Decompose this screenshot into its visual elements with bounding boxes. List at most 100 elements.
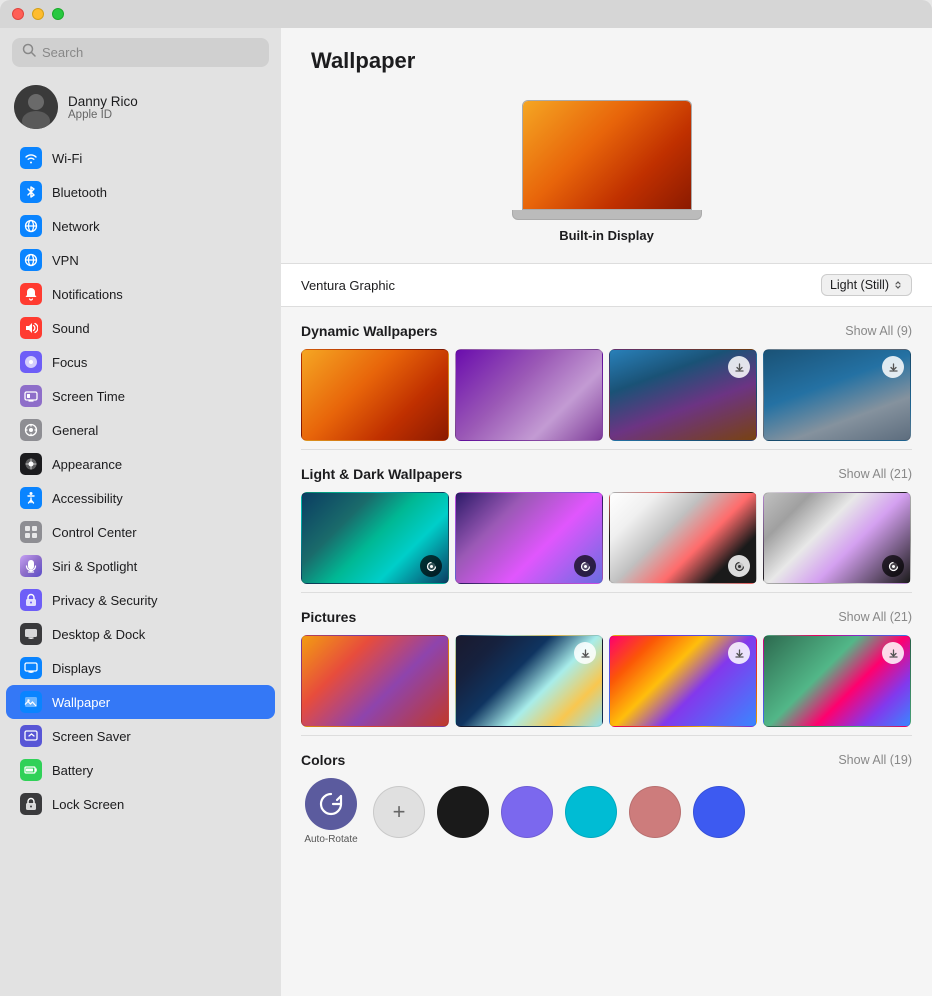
sidebar-item-desktop[interactable]: Desktop & Dock (6, 617, 275, 651)
sidebar-item-lockscreen[interactable]: Lock Screen (6, 787, 275, 821)
maximize-button[interactable] (52, 8, 64, 20)
lightdark-section-header: Light & Dark Wallpapers Show All (21) (301, 466, 912, 482)
search-icon (22, 43, 36, 62)
sidebar-item-accessibility-label: Accessibility (52, 491, 123, 506)
laptop-screen (523, 101, 691, 209)
user-profile[interactable]: Danny Rico Apple ID (0, 75, 281, 141)
ld-badge (728, 555, 750, 577)
auto-rotate-color[interactable]: Auto-Rotate (301, 778, 361, 845)
search-placeholder: Search (42, 45, 83, 60)
sidebar-item-wifi[interactable]: Wi-Fi (6, 141, 275, 175)
sidebar-item-notifications[interactable]: Notifications (6, 277, 275, 311)
pictures-show-all[interactable]: Show All (21) (838, 610, 912, 624)
wallpaper-thumb[interactable] (609, 492, 757, 584)
add-color-icon: + (393, 799, 406, 825)
colors-section-header: Colors Show All (19) (301, 752, 912, 768)
content-scroll[interactable]: Wallpaper Built-in Display Ventura Graph… (281, 28, 932, 996)
color-swatch-rose[interactable] (629, 786, 681, 838)
screentime-icon (20, 385, 42, 407)
wallpaper-thumb[interactable] (455, 492, 603, 584)
wallpaper-thumb[interactable] (763, 492, 911, 584)
title-bar (0, 0, 932, 28)
colors-show-all[interactable]: Show All (19) (838, 753, 912, 767)
sidebar-item-controlcenter[interactable]: Control Center (6, 515, 275, 549)
sidebar-item-displays-label: Displays (52, 661, 101, 676)
sidebar-item-general[interactable]: General (6, 413, 275, 447)
sidebar-item-battery-label: Battery (52, 763, 93, 778)
sidebar-item-siri[interactable]: Siri & Spotlight (6, 549, 275, 583)
wallpaper-thumb[interactable] (609, 349, 757, 441)
sidebar-item-screensaver[interactable]: Screen Saver (6, 719, 275, 753)
page-title: Wallpaper (281, 28, 932, 90)
bluetooth-icon (20, 181, 42, 203)
wallpaper-thumb[interactable] (301, 349, 449, 441)
lightdark-wallpaper-grid (301, 492, 912, 584)
colors-section: Colors Show All (19) Auto-Rotat (281, 736, 932, 865)
wallpaper-thumb[interactable] (763, 349, 911, 441)
current-wallpaper-name: Ventura Graphic (301, 278, 395, 293)
sidebar-item-bluetooth-label: Bluetooth (52, 185, 107, 200)
pictures-wallpaper-grid (301, 635, 912, 727)
user-name: Danny Rico (68, 94, 138, 109)
focus-icon (20, 351, 42, 373)
wallpaper-thumb[interactable] (455, 635, 603, 727)
color-swatch-blue[interactable] (693, 786, 745, 838)
sidebar-item-wifi-label: Wi-Fi (52, 151, 82, 166)
display-preview-section: Built-in Display (281, 90, 932, 263)
color-swatch-purple[interactable] (501, 786, 553, 838)
sidebar-item-focus[interactable]: Focus (6, 345, 275, 379)
add-color-button[interactable]: + (373, 786, 425, 838)
sidebar-item-privacy[interactable]: Privacy & Security (6, 583, 275, 617)
sidebar-item-network[interactable]: Network (6, 209, 275, 243)
vpn-icon (20, 249, 42, 271)
sidebar-item-bluetooth[interactable]: Bluetooth (6, 175, 275, 209)
battery-icon (20, 759, 42, 781)
wallpaper-thumb[interactable] (301, 635, 449, 727)
wallpaper-thumb[interactable] (455, 349, 603, 441)
pictures-section-title: Pictures (301, 609, 356, 625)
minimize-button[interactable] (32, 8, 44, 20)
sidebar-item-wallpaper[interactable]: Wallpaper (6, 685, 275, 719)
wallpaper-style-select[interactable]: Light (Still) (821, 274, 912, 296)
sidebar-item-screentime[interactable]: Screen Time (6, 379, 275, 413)
pictures-section: Pictures Show All (21) (281, 593, 932, 735)
auto-rotate-icon (305, 778, 357, 830)
sidebar-item-sound[interactable]: Sound (6, 311, 275, 345)
close-button[interactable] (12, 8, 24, 20)
siri-icon (20, 555, 42, 577)
color-swatch-black[interactable] (437, 786, 489, 838)
search-container: Search (0, 28, 281, 75)
chevron-updown-icon (893, 280, 903, 290)
notifications-icon (20, 283, 42, 305)
sidebar-item-battery[interactable]: Battery (6, 753, 275, 787)
lightdark-show-all[interactable]: Show All (21) (838, 467, 912, 481)
dynamic-section-title: Dynamic Wallpapers (301, 323, 437, 339)
avatar (14, 85, 58, 129)
sidebar-item-sound-label: Sound (52, 321, 90, 336)
dynamic-show-all[interactable]: Show All (9) (845, 324, 912, 338)
sidebar-item-vpn[interactable]: VPN (6, 243, 275, 277)
screensaver-icon (20, 725, 42, 747)
lightdark-section-title: Light & Dark Wallpapers (301, 466, 462, 482)
accessibility-icon (20, 487, 42, 509)
laptop-body (522, 100, 692, 210)
dynamic-wallpapers-section: Dynamic Wallpapers Show All (9) (281, 307, 932, 449)
dynamic-wallpaper-grid (301, 349, 912, 441)
wallpaper-thumb[interactable] (609, 635, 757, 727)
wallpaper-thumb[interactable] (763, 635, 911, 727)
wallpaper-name-row: Ventura Graphic Light (Still) (281, 263, 932, 307)
sidebar-item-appearance[interactable]: Appearance (6, 447, 275, 481)
search-box[interactable]: Search (12, 38, 269, 67)
dynamic-section-header: Dynamic Wallpapers Show All (9) (301, 323, 912, 339)
download-badge (882, 356, 904, 378)
main-window: Search Danny Rico Apple ID (0, 28, 932, 996)
wallpaper-thumb[interactable] (301, 492, 449, 584)
content-area: Wallpaper Built-in Display Ventura Graph… (281, 28, 932, 996)
sidebar-item-accessibility[interactable]: Accessibility (6, 481, 275, 515)
color-swatch-cyan[interactable] (565, 786, 617, 838)
sidebar-item-wallpaper-label: Wallpaper (52, 695, 110, 710)
sidebar-item-screentime-label: Screen Time (52, 389, 125, 404)
ld-badge (882, 555, 904, 577)
download-badge (882, 642, 904, 664)
sidebar-item-displays[interactable]: Displays (6, 651, 275, 685)
